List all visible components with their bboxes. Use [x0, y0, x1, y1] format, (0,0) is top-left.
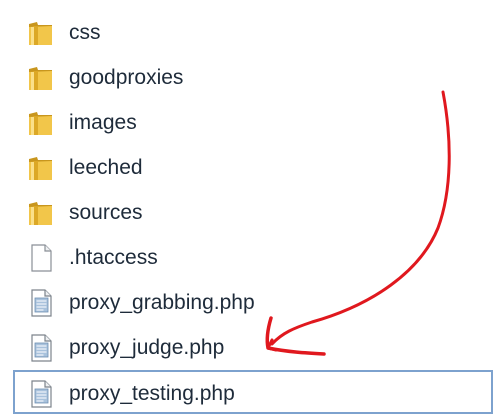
file-name: goodproxies [69, 66, 184, 89]
file-name: css [69, 21, 101, 44]
folder-icon [25, 197, 57, 229]
php-file-icon [25, 332, 57, 364]
file-name: proxy_judge.php [69, 336, 225, 359]
file-row-leeched[interactable]: leeched [14, 145, 490, 189]
blank-file-icon [25, 242, 57, 274]
file-name: sources [69, 201, 143, 224]
php-file-icon [25, 378, 57, 410]
file-row-proxy-testing[interactable]: proxy_testing.php [13, 370, 493, 414]
file-row-goodproxies[interactable]: goodproxies [14, 55, 490, 99]
file-list: css goodproxies images leeched sources .… [0, 0, 498, 418]
file-name: leeched [69, 156, 143, 179]
file-row-images[interactable]: images [14, 100, 490, 144]
folder-icon [25, 152, 57, 184]
file-name: proxy_testing.php [69, 382, 235, 405]
file-name: proxy_grabbing.php [69, 291, 255, 314]
folder-icon [25, 107, 57, 139]
file-row-proxy-judge[interactable]: proxy_judge.php [14, 325, 490, 369]
file-row-css[interactable]: css [14, 10, 490, 54]
file-row-sources[interactable]: sources [14, 190, 490, 234]
file-name: images [69, 111, 137, 134]
php-file-icon [25, 287, 57, 319]
folder-icon [25, 62, 57, 94]
file-name: .htaccess [69, 246, 158, 269]
file-row-proxy-grabbing[interactable]: proxy_grabbing.php [14, 280, 490, 324]
file-row-htaccess[interactable]: .htaccess [14, 235, 490, 279]
folder-icon [25, 17, 57, 49]
